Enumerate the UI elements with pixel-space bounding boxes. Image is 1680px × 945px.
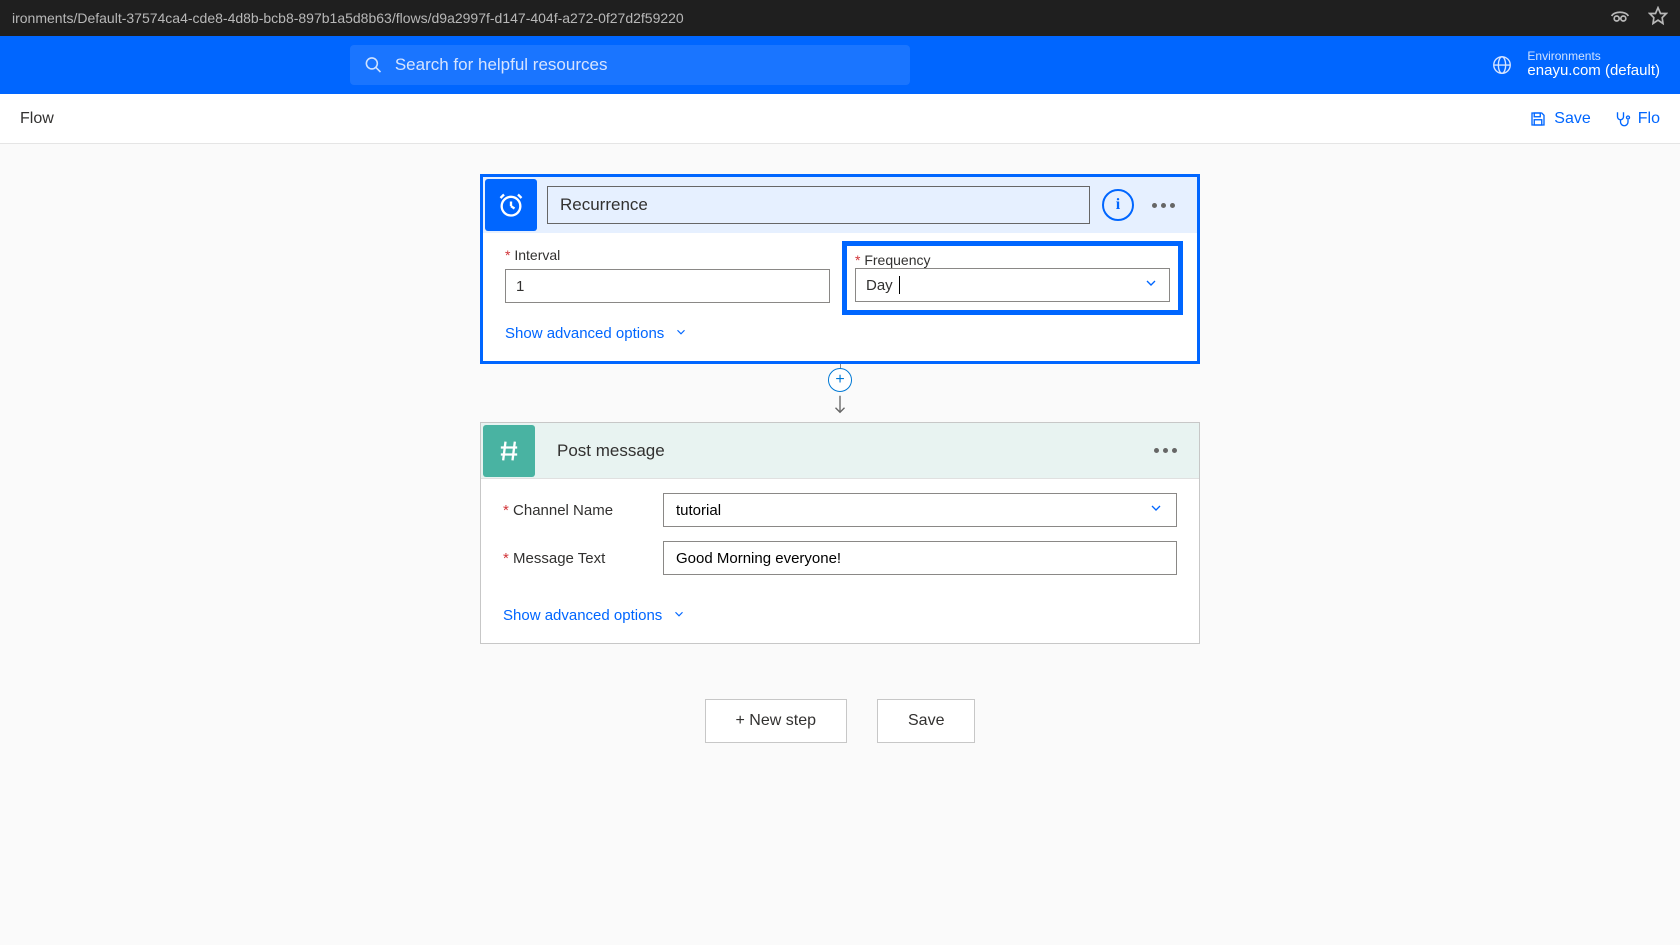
recurrence-card[interactable]: Recurrence i Interval Frequency Day	[480, 174, 1200, 364]
flow-checker-action[interactable]: Flo	[1613, 110, 1660, 128]
new-step-button[interactable]: + New step	[705, 699, 847, 743]
post-message-header-actions	[1142, 448, 1189, 453]
stethoscope-icon	[1613, 110, 1631, 128]
environment-icon	[1491, 54, 1513, 76]
recurrence-advanced-toggle[interactable]: Show advanced options	[505, 325, 688, 342]
post-message-icon-tile	[483, 425, 535, 477]
flow-canvas: Recurrence i Interval Frequency Day	[0, 144, 1680, 743]
recurrence-header-actions: i	[1090, 189, 1187, 221]
search-box[interactable]	[350, 45, 910, 85]
flow-checker-label: Flo	[1638, 110, 1660, 128]
info-button[interactable]: i	[1102, 189, 1134, 221]
frequency-field: Frequency Day	[850, 247, 1175, 307]
environment-text: Environments enayu.com (default)	[1527, 50, 1660, 80]
message-text-input[interactable]	[676, 550, 1164, 567]
chevron-down-icon	[1148, 500, 1164, 520]
post-message-body: Channel Name tutorial Message Text Show …	[481, 479, 1199, 643]
recurrence-title[interactable]: Recurrence	[547, 186, 1090, 224]
more-menu-button[interactable]	[1152, 203, 1175, 208]
chevron-down-icon	[1143, 275, 1159, 295]
interval-label: Interval	[505, 247, 830, 263]
text-cursor	[899, 276, 900, 294]
app-header: Environments enayu.com (default)	[0, 36, 1680, 94]
incognito-icon[interactable]	[1610, 6, 1630, 31]
address-url: ironments/Default-37574ca4-cde8-4d8b-bcb…	[12, 10, 684, 26]
message-text-row: Message Text	[503, 541, 1177, 575]
channel-name-select[interactable]: tutorial	[663, 493, 1177, 527]
add-step-button[interactable]: +	[828, 368, 852, 392]
toolbar-actions: Save Flo	[1529, 110, 1660, 128]
toolbar: Flow Save Flo	[0, 94, 1680, 144]
recurrence-advanced-label: Show advanced options	[505, 325, 664, 342]
recurrence-body: Interval Frequency Day	[483, 233, 1197, 361]
search-input[interactable]	[395, 55, 896, 75]
frequency-select[interactable]: Day	[855, 268, 1170, 302]
interval-field: Interval	[505, 247, 830, 307]
save-action[interactable]: Save	[1529, 110, 1590, 128]
more-menu-button[interactable]	[1154, 448, 1177, 453]
environment-value: enayu.com (default)	[1527, 63, 1660, 80]
frequency-label: Frequency	[855, 252, 1170, 268]
page-title: Flow	[20, 110, 54, 128]
channel-name-row: Channel Name tutorial	[503, 493, 1177, 527]
save-action-label: Save	[1554, 110, 1590, 128]
search-icon	[364, 55, 383, 75]
interval-input[interactable]	[505, 269, 830, 303]
post-message-title: Post message	[545, 432, 1142, 470]
arrow-down-icon	[831, 392, 849, 422]
recurrence-icon-tile	[485, 179, 537, 231]
save-button[interactable]: Save	[877, 699, 975, 743]
chevron-down-icon	[672, 607, 686, 624]
post-advanced-toggle[interactable]: Show advanced options	[503, 607, 686, 624]
star-icon[interactable]	[1648, 6, 1668, 31]
post-message-card[interactable]: Post message Channel Name tutorial Messa…	[480, 422, 1200, 644]
hash-icon	[495, 437, 523, 465]
message-text-label: Message Text	[503, 550, 643, 567]
post-advanced-label: Show advanced options	[503, 607, 662, 624]
channel-name-value: tutorial	[676, 502, 721, 519]
frequency-value: Day	[866, 277, 893, 294]
connector: +	[828, 364, 852, 422]
channel-name-label: Channel Name	[503, 502, 643, 519]
post-message-header[interactable]: Post message	[481, 423, 1199, 479]
clock-icon	[497, 191, 525, 219]
frequency-highlight: Frequency Day	[842, 241, 1183, 315]
bottom-buttons: + New step Save	[705, 699, 976, 743]
chevron-down-icon	[674, 325, 688, 342]
recurrence-header[interactable]: Recurrence i	[483, 177, 1197, 233]
browser-right-icons	[1610, 6, 1668, 31]
save-icon	[1529, 110, 1547, 128]
browser-address-bar: ironments/Default-37574ca4-cde8-4d8b-bcb…	[0, 0, 1680, 36]
message-text-input-wrap[interactable]	[663, 541, 1177, 575]
environment-picker[interactable]: Environments enayu.com (default)	[1491, 50, 1660, 80]
